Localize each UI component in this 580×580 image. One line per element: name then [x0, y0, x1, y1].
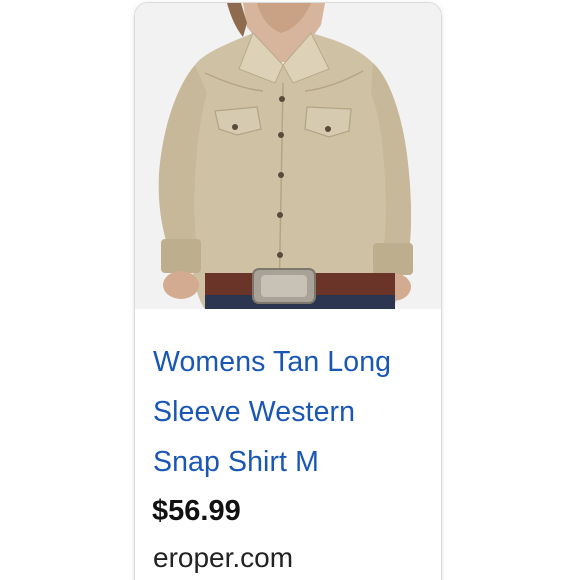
shirt-photo-icon	[135, 3, 441, 309]
product-price: $56.99	[152, 495, 241, 527]
product-title[interactable]: Womens Tan Long Sleeve Western Snap Shir…	[153, 337, 433, 487]
page: Womens Tan Long Sleeve Western Snap Shir…	[0, 0, 580, 580]
product-title-line-1[interactable]: Womens Tan Long	[153, 337, 433, 387]
product-image[interactable]	[135, 3, 441, 309]
merchant-domain: eroper.com	[153, 542, 294, 573]
product-title-line-2[interactable]: Sleeve Western	[153, 387, 433, 437]
product-card[interactable]: Womens Tan Long Sleeve Western Snap Shir…	[134, 2, 442, 580]
product-title-line-3[interactable]: Snap Shirt M	[153, 437, 433, 487]
